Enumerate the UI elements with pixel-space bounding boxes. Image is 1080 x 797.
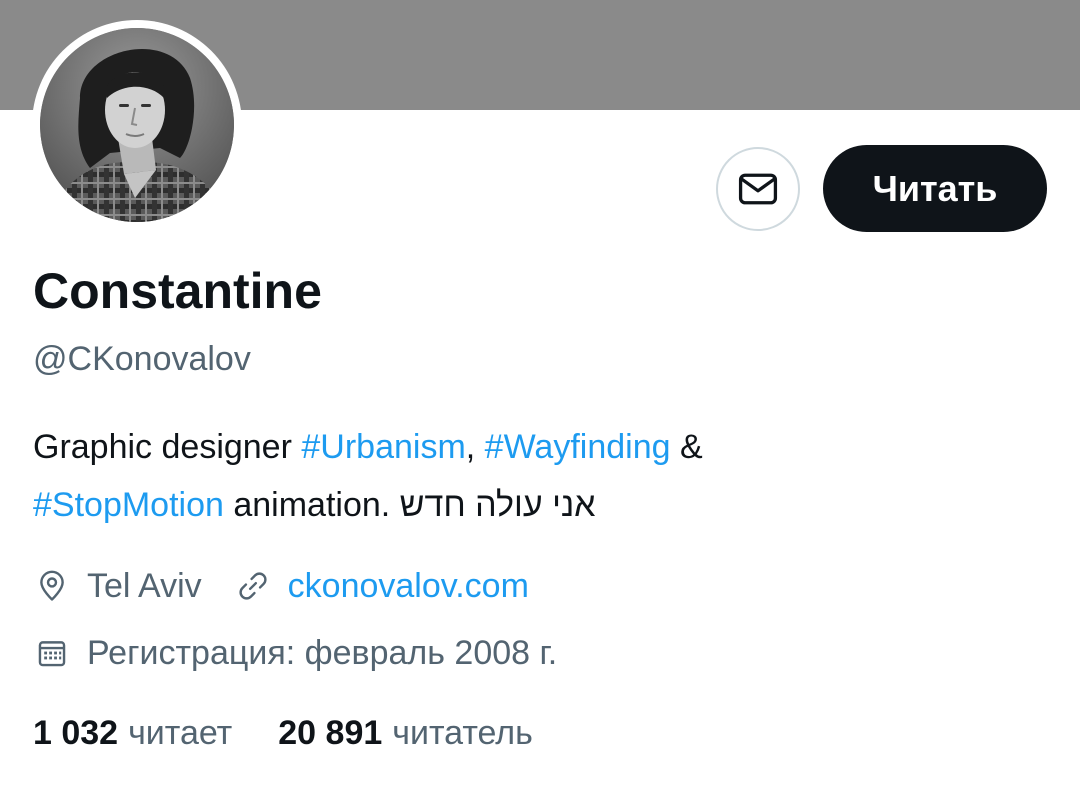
bio-text: & (670, 428, 703, 466)
message-button[interactable] (716, 147, 800, 231)
user-handle: @CKonovalov (33, 340, 251, 378)
bio-hebrew-text: אני עולה חדש (399, 486, 596, 524)
profile-meta-location-row: Tel Aviv ckonovalov.com (33, 563, 529, 609)
user-photo-icon (40, 28, 234, 222)
bio-text: animation. (223, 486, 400, 524)
hashtag-wayfinding-link[interactable]: #Wayfinding (485, 428, 671, 466)
following-label: читает (128, 714, 233, 752)
location-pin-icon (33, 567, 71, 605)
bio-text: , (465, 428, 485, 466)
profile-bio: Graphic designer #Urbanism, #Wayfinding … (33, 418, 1043, 534)
bio-text: Graphic designer (33, 428, 302, 466)
hashtag-urbanism-link[interactable]: #Urbanism (301, 428, 465, 466)
follow-button[interactable]: Читать (823, 145, 1047, 232)
display-name: Constantine (33, 263, 322, 319)
followers-label: читатель (392, 714, 533, 752)
envelope-icon (738, 173, 778, 205)
follow-button-label: Читать (872, 167, 998, 209)
following-stat[interactable]: 1 032 читает (33, 714, 232, 753)
website-link[interactable]: ckonovalov.com (288, 567, 529, 606)
location-text: Tel Aviv (87, 566, 202, 605)
following-count: 1 032 (33, 714, 119, 752)
joined-date-text: Регистрация: февраль 2008 г. (87, 633, 558, 672)
followers-stat[interactable]: 20 891 читатель (278, 714, 533, 753)
followers-count: 20 891 (278, 714, 383, 752)
profile-stats: 1 032 читает 20 891 читатель (33, 714, 533, 753)
hashtag-stopmotion-link[interactable]: #StopMotion (33, 486, 224, 524)
avatar[interactable] (40, 28, 234, 222)
calendar-icon (33, 634, 71, 672)
profile-page: Читать Constantine @CKonovalov Graphic d… (0, 0, 1080, 797)
profile-meta-joined-row: Регистрация: февраль 2008 г. (33, 630, 557, 676)
link-icon (234, 567, 272, 605)
